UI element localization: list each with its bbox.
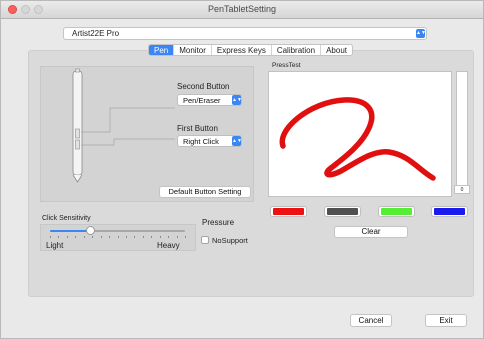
slider-tick [75,236,77,238]
tab-calibration[interactable]: Calibration [272,45,322,55]
cancel-button[interactable]: Cancel [350,314,392,327]
updown-arrows-icon: ▲▼ [232,95,242,105]
tab-about[interactable]: About [321,45,352,55]
pressure-level-bar [456,71,468,189]
second-button-select[interactable]: Pen/Eraser ▲▼ [177,94,242,106]
slider-tick [168,236,170,238]
blue-swatch [434,208,465,215]
first-button-value: Right Click [183,137,219,146]
slider-tick [117,236,119,238]
first-button-select[interactable]: Right Click ▲▼ [177,135,242,147]
click-sensitivity-slider[interactable] [50,230,185,232]
slider-tick [109,236,111,238]
tab-pen[interactable]: Pen [149,45,175,55]
window-title: PenTabletSetting [207,4,277,14]
slider-max-label: Heavy [157,241,180,250]
second-button-connector [81,107,175,133]
slider-tick [83,236,85,238]
slider-tick [50,236,51,238]
second-button-value: Pen/Eraser [183,96,221,105]
tab-express-keys[interactable]: Express Keys [212,45,272,55]
slider-tick [142,236,144,238]
press-test-label: PressTest [272,62,301,69]
pressure-stroke-drawing [279,97,436,181]
color-red-button[interactable] [270,206,307,217]
tab-monitor[interactable]: Monitor [174,45,212,55]
gray-swatch [327,208,358,215]
pressure-level-value: 0 [454,185,470,194]
color-gray-button[interactable] [324,206,361,217]
nosupport-checkbox[interactable] [201,236,209,244]
title-bar: PenTabletSetting [1,1,483,19]
slider-fill [50,230,91,232]
slider-tick [134,236,136,238]
slider-tick [151,236,153,238]
slider-tick [66,236,68,238]
slider-min-label: Light [46,241,64,250]
slider-tick [58,236,60,238]
red-swatch [273,208,304,215]
slider-tick [100,236,102,238]
slider-thumb[interactable] [86,226,95,235]
slider-ticks [50,236,186,239]
pressure-label: Pressure [202,218,235,227]
slider-tick [125,236,127,238]
updown-arrows-icon: ▲▼ [416,29,426,38]
color-green-button[interactable] [378,206,415,217]
stylus-diagram [72,68,175,183]
default-button-setting-button[interactable]: Default Button Setting [159,186,251,198]
color-blue-button[interactable] [431,206,468,217]
slider-tick [92,236,94,238]
slider-tick [159,236,161,238]
green-swatch [381,208,412,215]
tab-bar: Pen Monitor Express Keys Calibration Abo… [148,44,353,56]
exit-button[interactable]: Exit [425,314,467,327]
device-select-value: Artist22E Pro [72,29,120,38]
second-button-label: Second Button [177,82,230,91]
press-test-canvas[interactable] [268,71,452,197]
device-select[interactable]: Artist22E Pro ▲▼ [63,27,427,40]
click-sensitivity-label: Click Sensitivity [42,215,91,222]
slider-tick [176,236,178,238]
first-button-label: First Button [177,124,218,133]
first-button-connector [81,138,175,146]
slider-tick [185,236,186,238]
stylus-pen-icon [72,68,83,183]
nosupport-label: NoSupport [212,236,248,245]
clear-button[interactable]: Clear [334,226,408,238]
updown-arrows-icon: ▲▼ [232,136,242,146]
